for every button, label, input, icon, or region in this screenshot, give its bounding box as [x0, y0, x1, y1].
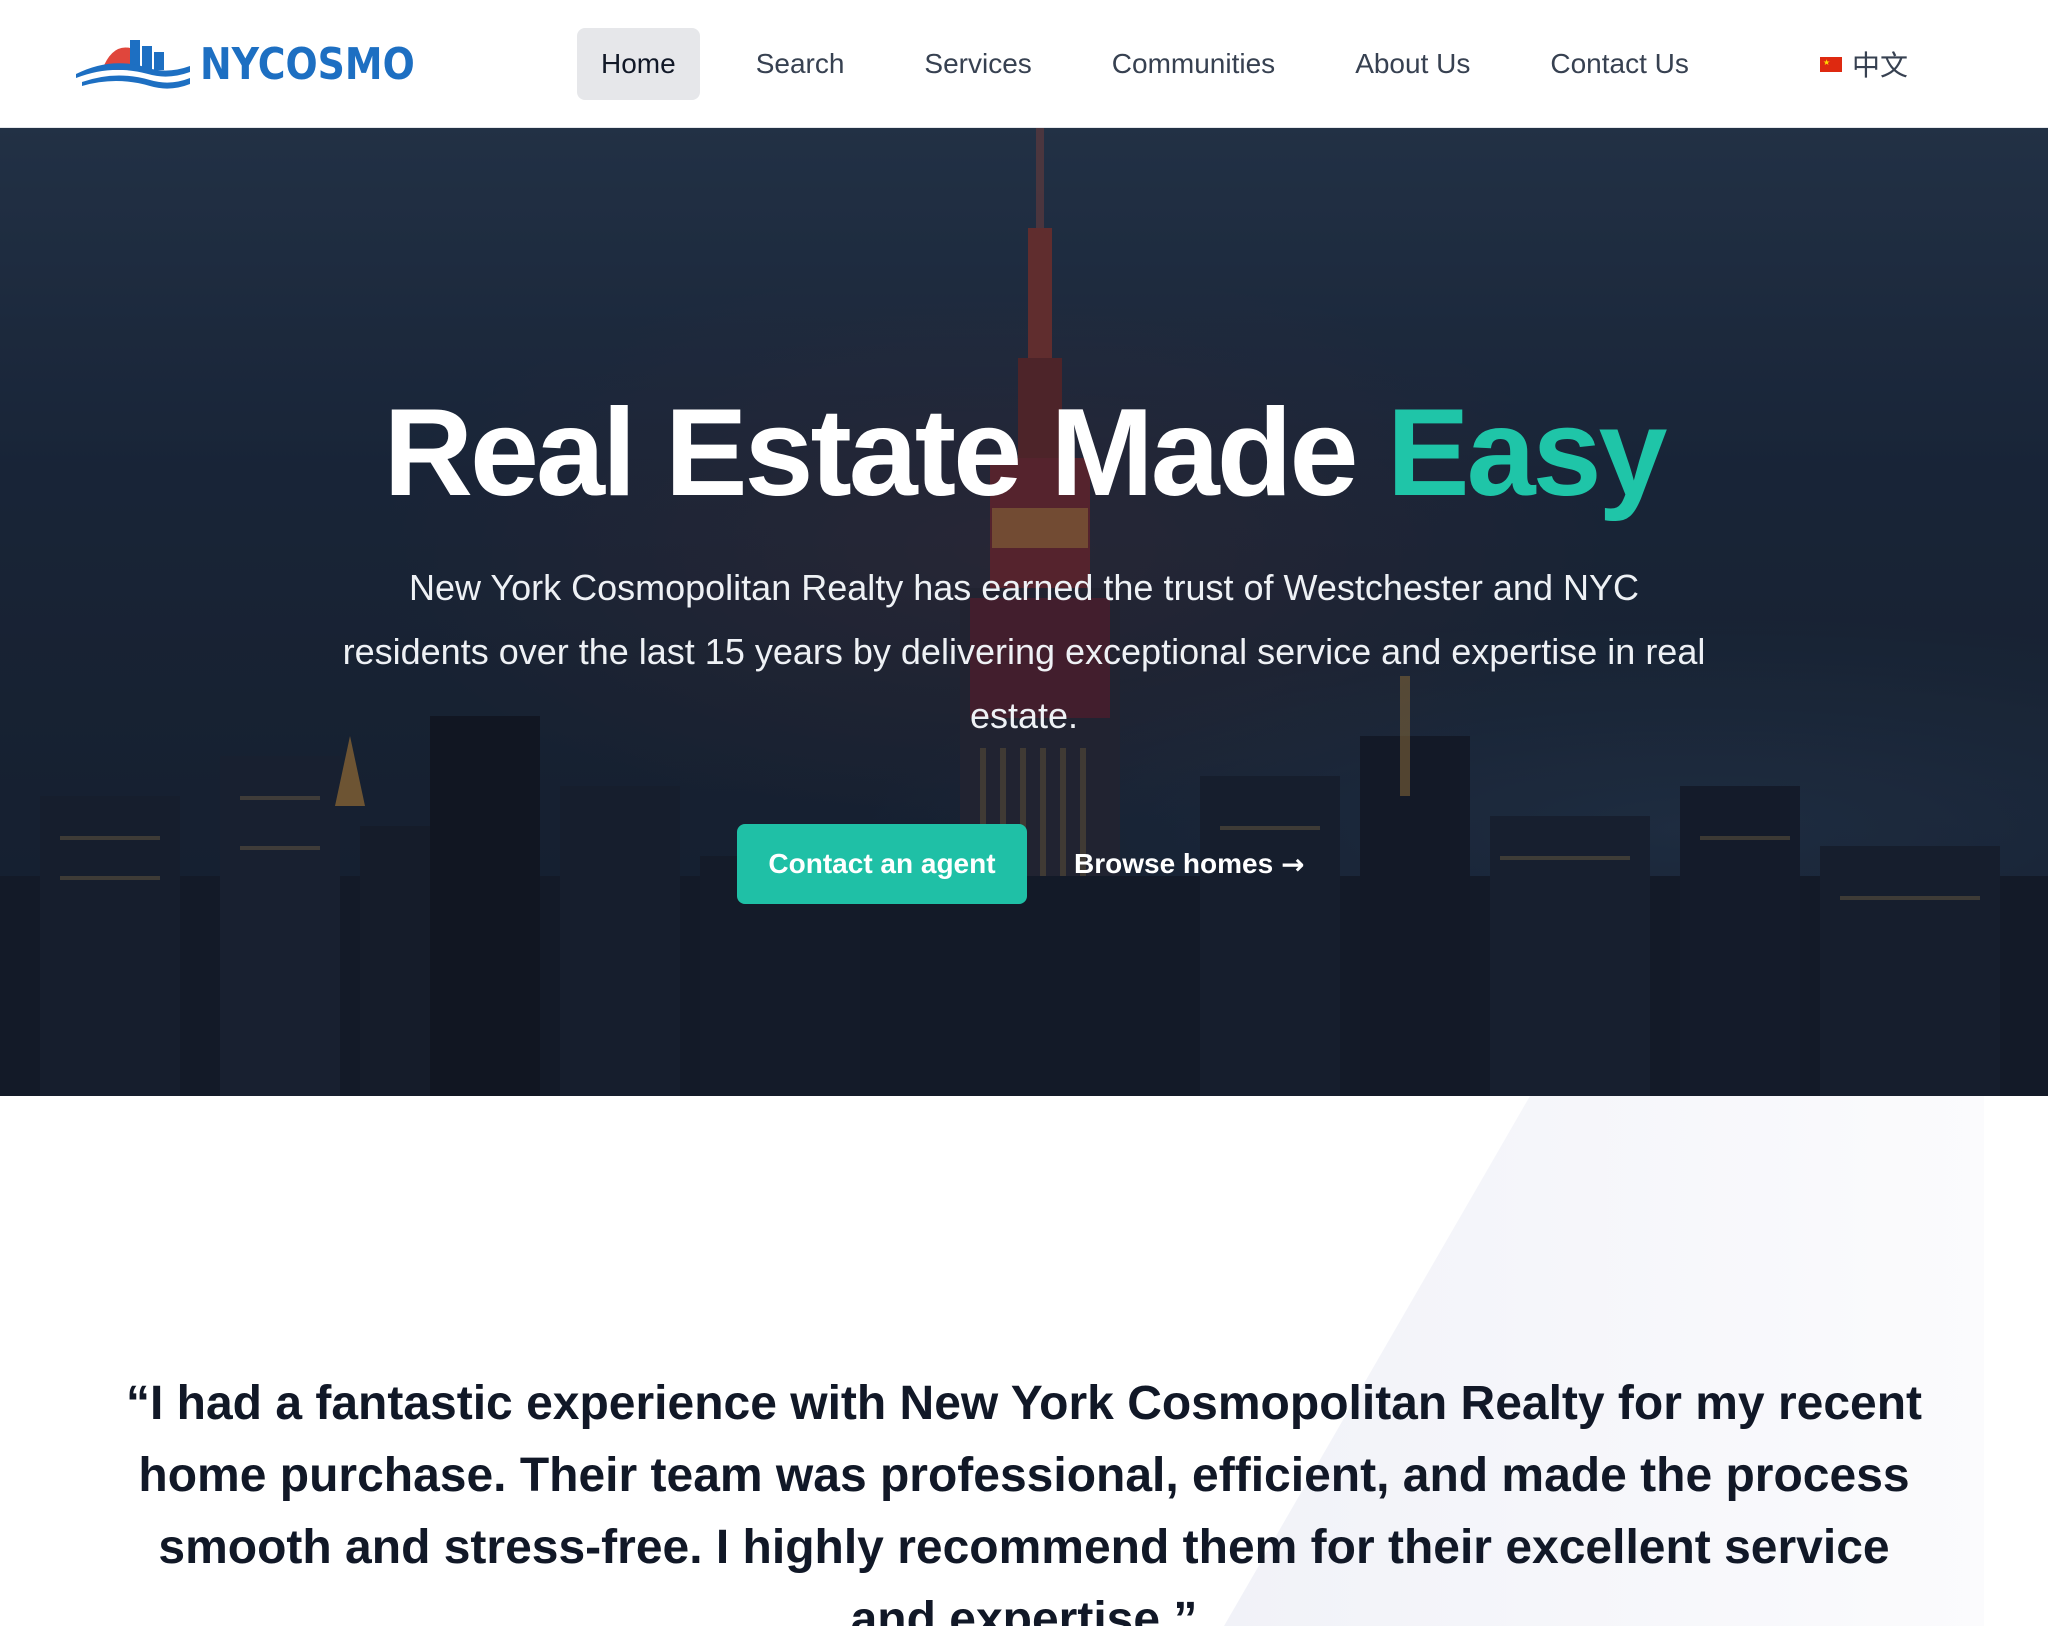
testimonial-quote: “I had a fantastic experience with New Y…: [125, 1377, 1923, 1626]
brand-name: NYCOSMO: [200, 38, 415, 90]
nav-about-us[interactable]: About Us: [1331, 28, 1494, 100]
hero-section: Real Estate Made Easy New York Cosmopoli…: [0, 128, 2048, 1096]
language-switcher[interactable]: ★ 中文: [1820, 28, 1908, 100]
contact-agent-button[interactable]: Contact an agent: [737, 824, 1027, 904]
nav-search[interactable]: Search: [732, 28, 869, 100]
arrow-right-icon: →: [1281, 847, 1305, 881]
nav-communities[interactable]: Communities: [1088, 28, 1299, 100]
top-navbar: NYCOSMO Home Search Services Communities…: [0, 0, 2048, 128]
language-label: 中文: [1852, 50, 1909, 81]
main-menu: Home Search Services Communities About U…: [577, 28, 1745, 100]
hero-heading: Real Estate Made Easy: [0, 378, 2048, 528]
hero-heading-main: Real Estate Made: [383, 384, 1387, 522]
nav-services[interactable]: Services: [900, 28, 1055, 100]
brand-logo[interactable]: NYCOSMO: [72, 34, 450, 94]
nav-home[interactable]: Home: [577, 28, 700, 100]
browse-homes-link[interactable]: Browse homes →: [1074, 824, 1305, 904]
hero-heading-accent: Easy: [1386, 384, 1668, 522]
nav-contact-us[interactable]: Contact Us: [1526, 28, 1713, 100]
china-flag-icon: ★: [1820, 56, 1842, 72]
city-skyline-wave-icon: [76, 40, 190, 89]
hero-description: New York Cosmopolitan Realty has earned …: [342, 567, 1706, 736]
testimonial-section: “I had a fantastic experience with New Y…: [64, 1096, 1984, 1626]
browse-homes-label: Browse homes: [1074, 848, 1274, 879]
